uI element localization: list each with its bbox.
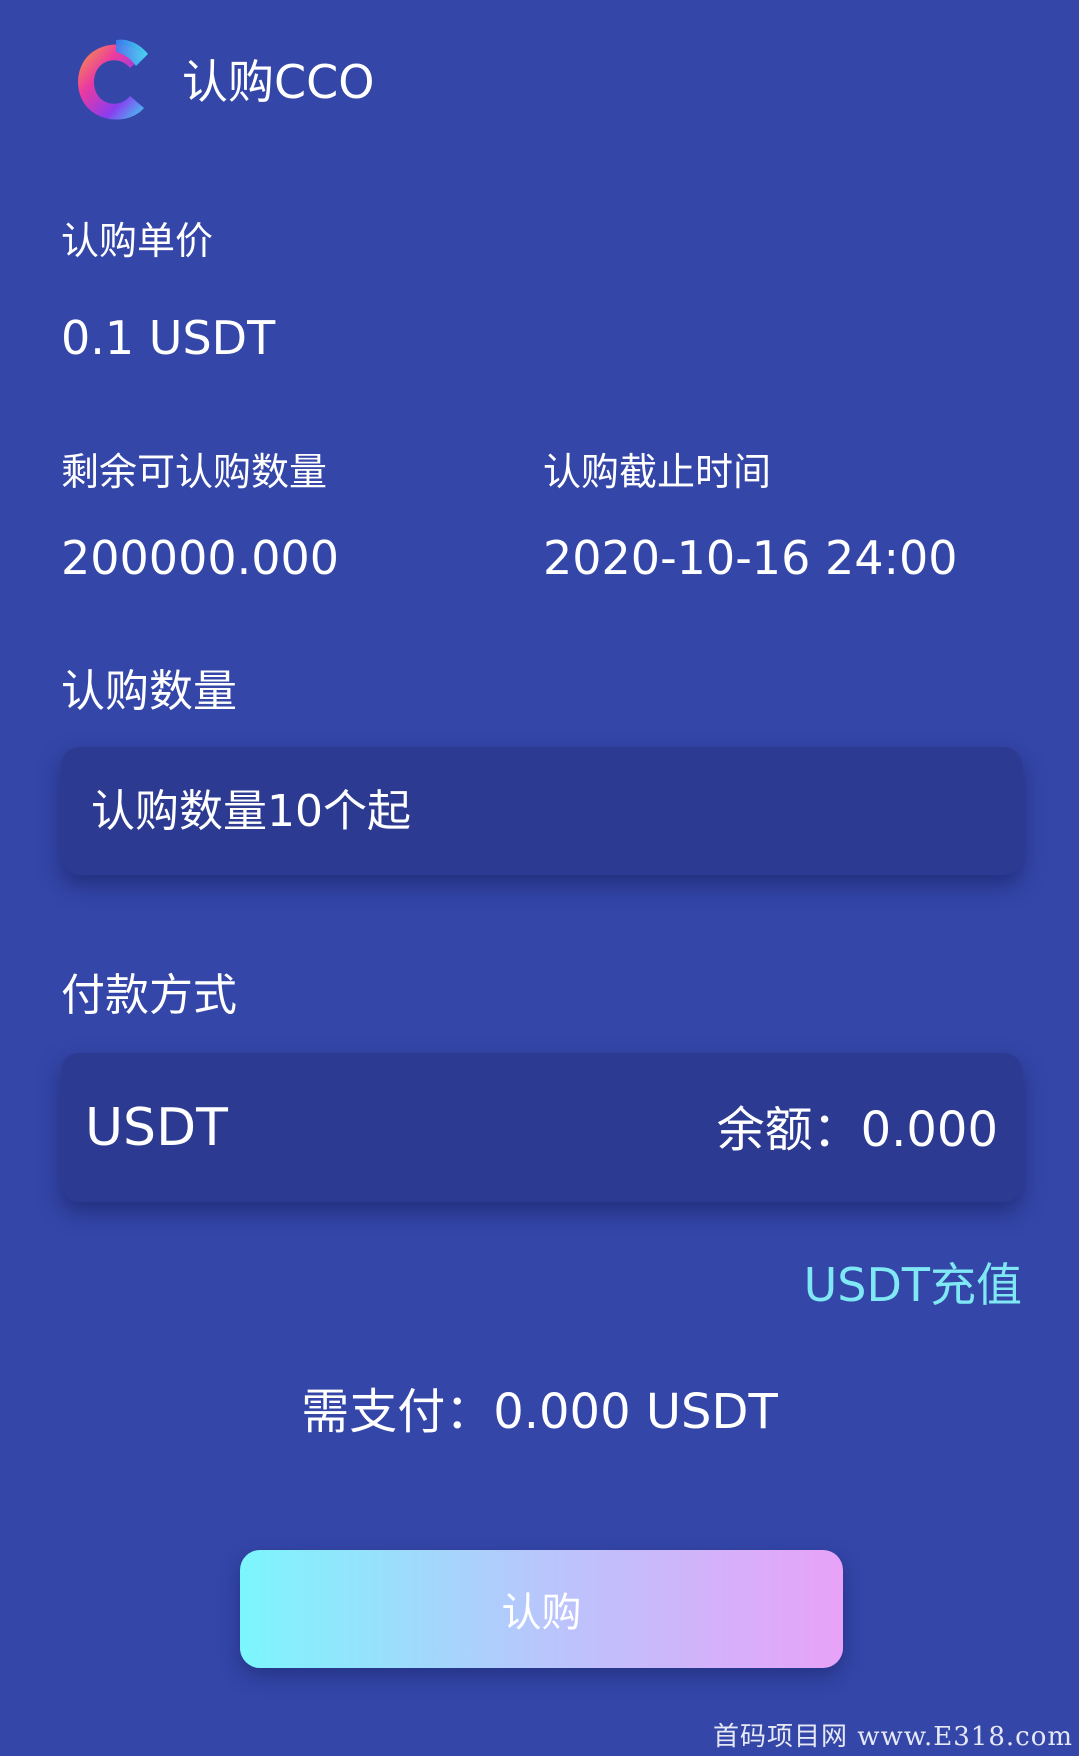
deadline-value: 2020-10-16 24:00 xyxy=(543,531,958,585)
deadline-label: 认购截止时间 xyxy=(543,450,772,494)
unit-price-value: 0.1 USDT xyxy=(61,311,276,365)
payment-method-selector[interactable]: USDT 余额：0.000 xyxy=(61,1053,1022,1202)
balance-value: 余额：0.000 xyxy=(716,1102,998,1158)
payment-method-label: 付款方式 xyxy=(61,970,237,1021)
amount-due: 需支付：0.000 USDT xyxy=(301,1384,778,1440)
cco-logo-icon xyxy=(66,34,162,130)
quantity-input-box[interactable] xyxy=(61,747,1022,875)
page-title: 认购CCO xyxy=(182,55,375,109)
usdt-recharge-link[interactable]: USDT充值 xyxy=(804,1256,1022,1314)
quantity-label: 认购数量 xyxy=(61,666,237,717)
quantity-input[interactable] xyxy=(91,747,991,875)
remaining-quantity-label: 剩余可认购数量 xyxy=(61,450,328,494)
subscribe-button[interactable]: 认购 xyxy=(240,1550,843,1668)
watermark: 首码项目网 www.E318.com xyxy=(713,1722,1073,1752)
payment-method-value: USDT xyxy=(85,1098,228,1158)
unit-price-label: 认购单价 xyxy=(61,219,214,263)
remaining-quantity-value: 200000.000 xyxy=(61,531,340,585)
